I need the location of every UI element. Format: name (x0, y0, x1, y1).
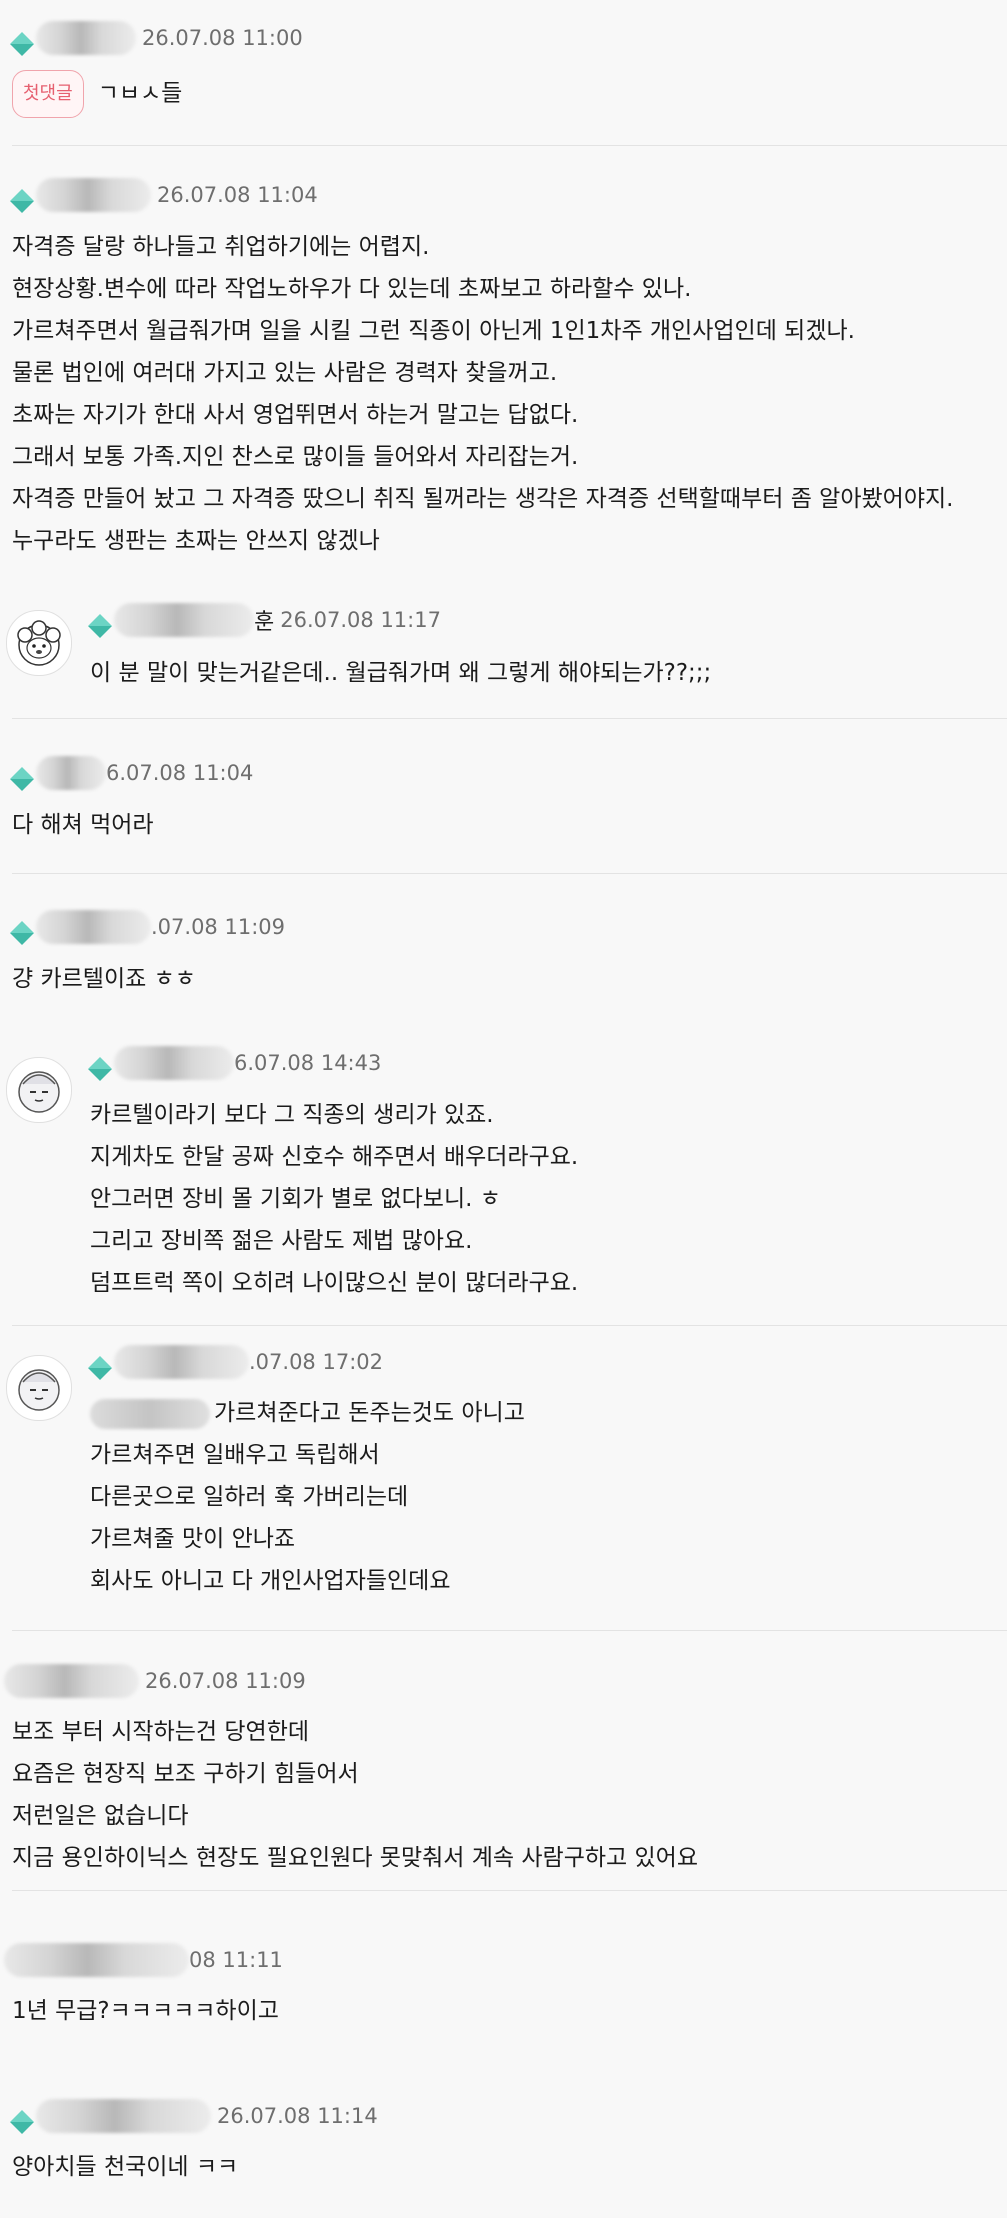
sheep-avatar-icon (17, 620, 61, 666)
comment-time: 08 11:11 (189, 1948, 283, 1972)
comment-body: 카르텔이라기 보다 그 직종의 생리가 있죠. 지게차도 한달 공짜 신호수 해… (90, 1094, 578, 1304)
mentioned-nickname-blurred[interactable] (90, 1398, 210, 1429)
nickname-blurred[interactable] (114, 603, 254, 637)
nickname-blurred[interactable] (36, 756, 106, 790)
avatar[interactable] (6, 1057, 72, 1123)
comment-line: 안그러면 장비 몰 기회가 별로 없다보니. ㅎ (90, 1186, 501, 1212)
comment-meta: 26.07.08 11:09 (4, 1661, 306, 1701)
grade-gem-icon (10, 189, 34, 213)
comment-time: 26.07.08 11:09 (145, 1669, 306, 1693)
comment-body: 양아치들 천국이네 ㅋㅋ (12, 2146, 238, 2188)
comment-meta: 26.07.08 11:00 (10, 18, 303, 58)
comment-body: 첫댓글 ㄱㅂㅅ들 (12, 70, 182, 118)
comment-divider (12, 1630, 1007, 1631)
nickname-blurred[interactable] (36, 21, 136, 55)
nickname-blurred[interactable] (4, 1943, 189, 1977)
comment-meta: 26.07.08 11:14 (10, 2096, 378, 2136)
grade-gem-icon (10, 767, 34, 791)
comment-line: 가르쳐주면서 월급줘가며 일을 시킬 그런 직종이 아닌게 1인1차주 개인사업… (12, 318, 855, 344)
comment-body: 걍 카르텔이죠 ㅎㅎ (12, 958, 196, 1000)
comment-line: 초짜는 자기가 한대 사서 영업뛰면서 하는거 말고는 답없다. (12, 402, 579, 428)
character-avatar-icon (18, 1369, 60, 1411)
comment-line: 보조 부터 시작하는건 당연한데 (12, 1719, 310, 1745)
comment-meta: 훈 26.07.08 11:17 (88, 600, 441, 640)
comment-time: .07.08 11:09 (151, 915, 285, 939)
character-avatar-icon (18, 1071, 60, 1113)
comment-meta: 6.07.08 11:04 (10, 753, 253, 793)
comment-line: 지게차도 한달 공짜 신호수 해주면서 배우더라구요. (90, 1144, 579, 1170)
comment-line-text: 가르쳐준다고 돈주는것도 아니고 (214, 1400, 525, 1426)
comment-meta: .07.08 11:09 (10, 907, 285, 947)
comment-line: 가르쳐주면 일배우고 독립해서 (90, 1442, 380, 1468)
grade-gem-icon (88, 1057, 112, 1081)
grade-gem-icon (10, 921, 34, 945)
comment-divider (12, 718, 1007, 719)
comment-divider (12, 145, 1007, 146)
comment-line: 지금 용인하이닉스 현장도 필요인원다 못맞춰서 계속 사람구하고 있어요 (12, 1845, 698, 1871)
comment-line: 현장상황.변수에 따라 작업노하우가 다 있는데 초짜보고 하라할수 있나. (12, 276, 692, 302)
comment-body: 가르쳐준다고 돈주는것도 아니고 가르쳐주면 일배우고 독립해서 다른곳으로 일… (90, 1392, 525, 1602)
comment-time: 26.07.08 11:04 (157, 183, 318, 207)
comment-body: 1년 무급?ㅋㅋㅋㅋㅋ하이고 (12, 1990, 279, 2032)
comment-line: 회사도 아니고 다 개인사업자들인데요 (90, 1568, 451, 1594)
comment-meta: 08 11:11 (4, 1940, 283, 1980)
comment-line: 양아치들 천국이네 ㅋㅋ (12, 2154, 239, 2180)
comment-line: 이 분 말이 맞는거같은데.. 월급줘가며 왜 그렇게 해야되는가??;;; (90, 660, 712, 686)
comment-line: 걍 카르텔이죠 ㅎㅎ (12, 966, 196, 992)
nickname-blurred[interactable] (114, 1046, 234, 1080)
comment-divider (12, 1890, 1007, 1891)
nickname-blurred[interactable] (36, 910, 151, 944)
comment-body: 이 분 말이 맞는거같은데.. 월급줘가며 왜 그렇게 해야되는가??;;; (90, 652, 711, 694)
comment-time: 6.07.08 11:04 (106, 761, 254, 785)
comment-line: 카르텔이라기 보다 그 직종의 생리가 있죠. (90, 1102, 494, 1128)
comment-line: 물론 법인에 여러대 가지고 있는 사람은 경력자 찾을꺼고. (12, 360, 558, 386)
grade-gem-icon (10, 32, 34, 56)
comment-line: 그래서 보통 가족.지인 찬스로 많이들 들어와서 자리잡는거. (12, 444, 579, 470)
comment-time: 26.07.08 11:17 (280, 608, 441, 632)
nickname-blurred[interactable] (4, 1664, 139, 1698)
comment-line: 저런일은 없습니다 (12, 1803, 189, 1829)
comment-line: 자격증 만들어 놨고 그 자격증 땄으니 취직 될꺼라는 생각은 자격증 선택할… (12, 486, 954, 512)
first-comment-badge: 첫댓글 (12, 70, 84, 118)
comment-meta: .07.08 17:02 (88, 1342, 383, 1382)
grade-gem-icon (88, 1356, 112, 1380)
comment-body: 자격증 달랑 하나들고 취업하기에는 어렵지. 현장상황.변수에 따라 작업노하… (12, 226, 953, 562)
grade-gem-icon (88, 614, 112, 638)
comment-body: 다 해쳐 먹어라 (12, 804, 154, 846)
comment-line: 다 해쳐 먹어라 (12, 812, 154, 838)
grade-gem-icon (10, 2110, 34, 2134)
comment-line: 누구라도 생판는 초짜는 안쓰지 않겠나 (12, 528, 380, 554)
comment-line: 다른곳으로 일하러 훅 가버리는데 (90, 1484, 409, 1510)
comment-line: 1년 무급?ㅋㅋㅋㅋㅋ하이고 (12, 1998, 279, 2024)
comment-line: 자격증 달랑 하나들고 취업하기에는 어렵지. (12, 234, 430, 260)
avatar[interactable] (6, 1355, 72, 1421)
comment-line: 가르쳐줄 맛이 안나죠 (90, 1526, 296, 1552)
comment-divider (12, 873, 1007, 874)
nickname-blurred[interactable] (36, 2099, 211, 2133)
comment-line: 그리고 장비쪽 젊은 사람도 제법 많아요. (90, 1228, 473, 1254)
comment-line: 요즘은 현장직 보조 구하기 힘들어서 (12, 1761, 359, 1787)
nickname-blurred[interactable] (114, 1345, 249, 1379)
comment-time: 26.07.08 11:00 (142, 26, 303, 50)
comment-time: 26.07.08 11:14 (217, 2104, 378, 2128)
nickname-blurred[interactable] (36, 178, 151, 212)
comment-divider (12, 1325, 1007, 1326)
comment-time: 6.07.08 14:43 (234, 1051, 382, 1075)
comment-line: ㄱㅂㅅ들 (97, 80, 183, 107)
comment-meta: 26.07.08 11:04 (10, 175, 318, 215)
nickname-suffix: 훈 (254, 610, 275, 635)
comment-time: .07.08 17:02 (249, 1350, 383, 1374)
comment-meta: 6.07.08 14:43 (88, 1043, 381, 1083)
avatar[interactable] (6, 610, 72, 676)
comment-line: 덤프트럭 쪽이 오히려 나이많으신 분이 많더라구요. (90, 1270, 579, 1296)
comment-body: 보조 부터 시작하는건 당연한데 요즘은 현장직 보조 구하기 힘들어서 저런일… (12, 1711, 698, 1879)
comment-line: 가르쳐준다고 돈주는것도 아니고 (90, 1392, 525, 1434)
